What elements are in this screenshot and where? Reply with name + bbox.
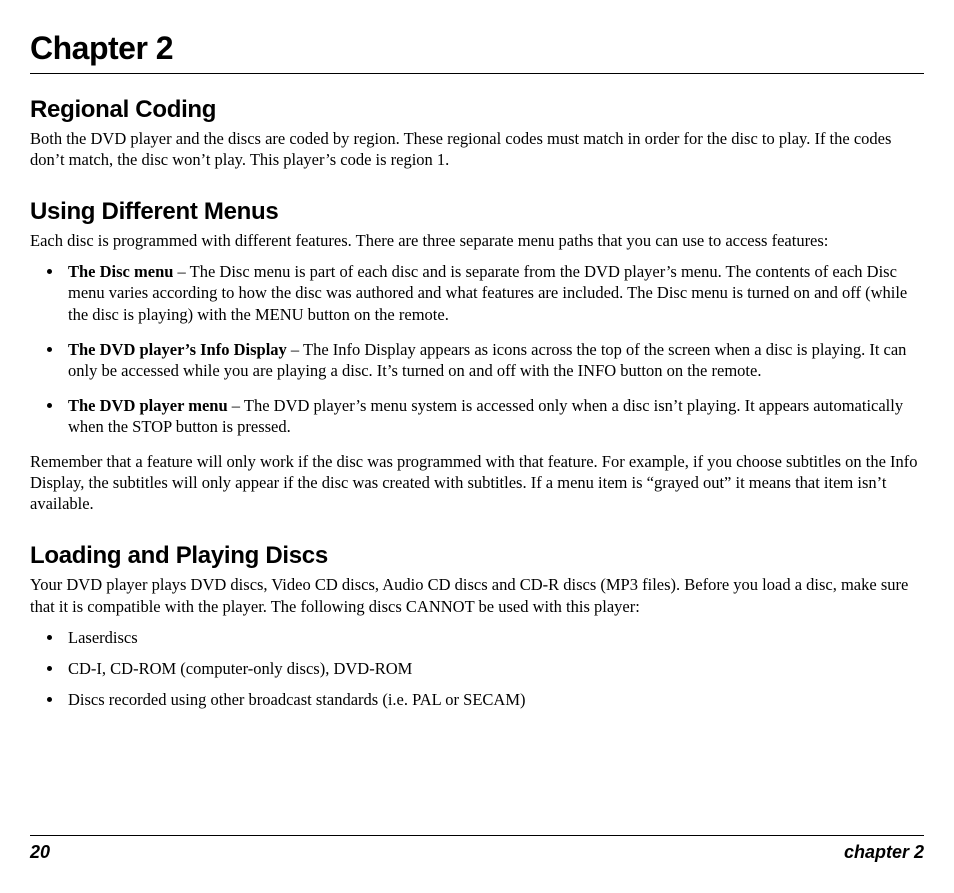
list-item: CD-I, CD-ROM (computer-only discs), DVD-… [64, 658, 924, 679]
list-item: The DVD player’s Info Display – The Info… [64, 339, 924, 381]
loading-list: Laserdiscs CD-I, CD-ROM (computer-only d… [30, 627, 924, 710]
page-footer: 20 chapter 2 [30, 835, 924, 863]
regional-body: Both the DVD player and the discs are co… [30, 128, 924, 170]
footer-chapter-ref: chapter 2 [844, 842, 924, 863]
menus-intro: Each disc is programmed with different f… [30, 230, 924, 251]
bullet-head-disc-menu: The Disc menu [68, 262, 173, 281]
section-heading-menus: Using Different Menus [30, 198, 924, 226]
section-heading-loading: Loading and Playing Discs [30, 542, 924, 570]
bullet-head-player-menu: The DVD player menu [68, 396, 228, 415]
bullet-body: – The Disc menu is part of each disc and… [68, 262, 907, 323]
loading-intro: Your DVD player plays DVD discs, Video C… [30, 574, 924, 616]
list-item: Discs recorded using other broadcast sta… [64, 689, 924, 710]
list-item: Laserdiscs [64, 627, 924, 648]
chapter-title: Chapter 2 [30, 30, 924, 74]
menus-list: The Disc menu – The Disc menu is part of… [30, 261, 924, 437]
list-item: The DVD player menu – The DVD player’s m… [64, 395, 924, 437]
section-heading-regional: Regional Coding [30, 96, 924, 124]
menus-footnote: Remember that a feature will only work i… [30, 451, 924, 514]
list-item: The Disc menu – The Disc menu is part of… [64, 261, 924, 324]
bullet-head-info-display: The DVD player’s Info Display [68, 340, 287, 359]
page-number: 20 [30, 842, 50, 863]
